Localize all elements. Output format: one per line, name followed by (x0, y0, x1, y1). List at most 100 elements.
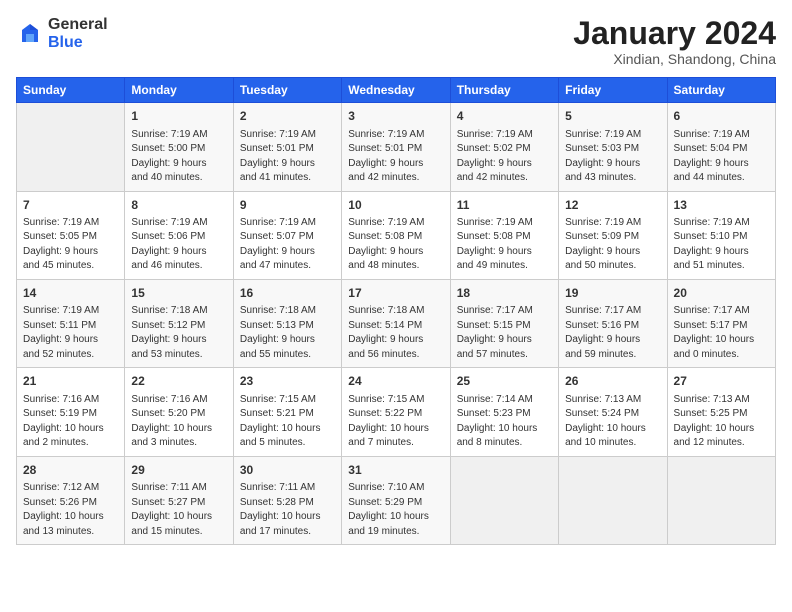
day-number: 30 (240, 462, 335, 479)
day-content: Sunrise: 7:19 AM Sunset: 5:07 PM Dayligh… (240, 216, 335, 274)
day-content: Sunrise: 7:17 AM Sunset: 5:16 PM Dayligh… (565, 304, 660, 362)
weekday-header-tuesday: Tuesday (233, 78, 341, 103)
calendar-cell: 18Sunrise: 7:17 AM Sunset: 5:15 PM Dayli… (450, 279, 558, 367)
day-content: Sunrise: 7:17 AM Sunset: 5:17 PM Dayligh… (674, 304, 769, 362)
day-number: 1 (131, 108, 226, 125)
calendar-cell (667, 456, 775, 544)
day-number: 26 (565, 373, 660, 390)
logo-blue: Blue (48, 34, 83, 51)
day-content: Sunrise: 7:16 AM Sunset: 5:20 PM Dayligh… (131, 393, 226, 451)
calendar-body: 1 Sunrise: 7:19 AM Sunset: 5:00 PM Daylig… (17, 103, 776, 545)
day-content: Sunrise: 7:15 AM Sunset: 5:22 PM Dayligh… (348, 393, 443, 451)
day-content: Sunrise: 7:19 AM Sunset: 5:06 PM Dayligh… (131, 216, 226, 274)
calendar-cell (17, 103, 125, 191)
calendar-cell: 24 Sunrise: 7:15 AM Sunset: 5:22 PM Dayli… (342, 368, 450, 456)
calendar-cell: 20Sunrise: 7:17 AM Sunset: 5:17 PM Dayli… (667, 279, 775, 367)
calendar-cell: 28 Sunrise: 7:12 AM Sunset: 5:26 PM Dayli… (17, 456, 125, 544)
day-number: 17 (348, 285, 443, 302)
page-header: General Blue January 2024 Xindian, Shand… (16, 16, 776, 67)
day-content: Sunrise: 7:17 AM Sunset: 5:15 PM Dayligh… (457, 304, 552, 362)
calendar-cell: 17 Sunrise: 7:18 AM Sunset: 5:14 PM Dayli… (342, 279, 450, 367)
day-content: Sunrise: 7:19 AM Sunset: 5:11 PM Dayligh… (23, 304, 118, 362)
weekday-row: SundayMondayTuesdayWednesdayThursdayFrid… (17, 78, 776, 103)
day-content: Sunrise: 7:18 AM Sunset: 5:13 PM Dayligh… (240, 304, 335, 362)
calendar-cell: 23Sunrise: 7:15 AM Sunset: 5:21 PM Dayli… (233, 368, 341, 456)
day-number: 8 (131, 197, 226, 214)
calendar-cell: 10Sunrise: 7:19 AM Sunset: 5:08 PM Dayli… (342, 191, 450, 279)
calendar-cell: 27Sunrise: 7:13 AM Sunset: 5:25 PM Dayli… (667, 368, 775, 456)
day-content: Sunrise: 7:19 AM Sunset: 5:01 PM Dayligh… (348, 128, 443, 186)
day-number: 27 (674, 373, 769, 390)
calendar-cell: 9Sunrise: 7:19 AM Sunset: 5:07 PM Daylig… (233, 191, 341, 279)
week-row: 28 Sunrise: 7:12 AM Sunset: 5:26 PM Dayli… (17, 456, 776, 544)
week-row: 14 Sunrise: 7:19 AM Sunset: 5:11 PM Dayli… (17, 279, 776, 367)
calendar-cell: 2Sunrise: 7:19 AM Sunset: 5:01 PM Daylig… (233, 103, 341, 191)
calendar-cell: 31 Sunrise: 7:10 AM Sunset: 5:29 PM Dayli… (342, 456, 450, 544)
day-number: 19 (565, 285, 660, 302)
day-number: 15 (131, 285, 226, 302)
calendar-cell: 4 Sunrise: 7:19 AM Sunset: 5:02 PM Daylig… (450, 103, 558, 191)
day-content: Sunrise: 7:11 AM Sunset: 5:27 PM Dayligh… (131, 481, 226, 539)
day-content: Sunrise: 7:19 AM Sunset: 5:04 PM Dayligh… (674, 128, 769, 186)
calendar-cell: 21Sunrise: 7:16 AM Sunset: 5:19 PM Dayli… (17, 368, 125, 456)
calendar-cell: 22 Sunrise: 7:16 AM Sunset: 5:20 PM Dayli… (125, 368, 233, 456)
day-number: 13 (674, 197, 769, 214)
week-row: 21Sunrise: 7:16 AM Sunset: 5:19 PM Dayli… (17, 368, 776, 456)
calendar-cell: 13Sunrise: 7:19 AM Sunset: 5:10 PM Dayli… (667, 191, 775, 279)
day-content: Sunrise: 7:19 AM Sunset: 5:08 PM Dayligh… (457, 216, 552, 274)
calendar-title: January 2024 (573, 16, 776, 51)
calendar-cell: 15 Sunrise: 7:18 AM Sunset: 5:12 PM Dayli… (125, 279, 233, 367)
day-content: Sunrise: 7:12 AM Sunset: 5:26 PM Dayligh… (23, 481, 118, 539)
day-number: 11 (457, 197, 552, 214)
calendar-cell: 8 Sunrise: 7:19 AM Sunset: 5:06 PM Daylig… (125, 191, 233, 279)
day-content: Sunrise: 7:18 AM Sunset: 5:12 PM Dayligh… (131, 304, 226, 362)
day-number: 5 (565, 108, 660, 125)
calendar-cell: 3 Sunrise: 7:19 AM Sunset: 5:01 PM Daylig… (342, 103, 450, 191)
day-number: 23 (240, 373, 335, 390)
weekday-header-saturday: Saturday (667, 78, 775, 103)
day-number: 7 (23, 197, 118, 214)
day-content: Sunrise: 7:19 AM Sunset: 5:00 PM Dayligh… (131, 128, 226, 186)
logo-text: General Blue (48, 16, 108, 53)
day-number: 4 (457, 108, 552, 125)
calendar-header: SundayMondayTuesdayWednesdayThursdayFrid… (17, 78, 776, 103)
calendar-cell: 16 Sunrise: 7:18 AM Sunset: 5:13 PM Dayli… (233, 279, 341, 367)
calendar-cell: 12Sunrise: 7:19 AM Sunset: 5:09 PM Dayli… (559, 191, 667, 279)
day-number: 3 (348, 108, 443, 125)
calendar-cell: 5 Sunrise: 7:19 AM Sunset: 5:03 PM Daylig… (559, 103, 667, 191)
day-number: 29 (131, 462, 226, 479)
day-number: 28 (23, 462, 118, 479)
calendar-cell: 25Sunrise: 7:14 AM Sunset: 5:23 PM Dayli… (450, 368, 558, 456)
calendar-cell: 14 Sunrise: 7:19 AM Sunset: 5:11 PM Dayli… (17, 279, 125, 367)
logo: General Blue (16, 16, 108, 53)
day-content: Sunrise: 7:10 AM Sunset: 5:29 PM Dayligh… (348, 481, 443, 539)
day-number: 6 (674, 108, 769, 125)
day-content: Sunrise: 7:16 AM Sunset: 5:19 PM Dayligh… (23, 393, 118, 451)
logo-icon (16, 20, 44, 48)
day-number: 24 (348, 373, 443, 390)
weekday-header-sunday: Sunday (17, 78, 125, 103)
day-content: Sunrise: 7:18 AM Sunset: 5:14 PM Dayligh… (348, 304, 443, 362)
calendar-cell: 6 Sunrise: 7:19 AM Sunset: 5:04 PM Daylig… (667, 103, 775, 191)
day-content: Sunrise: 7:19 AM Sunset: 5:03 PM Dayligh… (565, 128, 660, 186)
calendar-cell: 7Sunrise: 7:19 AM Sunset: 5:05 PM Daylig… (17, 191, 125, 279)
day-number: 25 (457, 373, 552, 390)
calendar-cell (559, 456, 667, 544)
calendar-cell: 11 Sunrise: 7:19 AM Sunset: 5:08 PM Dayli… (450, 191, 558, 279)
day-number: 14 (23, 285, 118, 302)
calendar-cell: 19 Sunrise: 7:17 AM Sunset: 5:16 PM Dayli… (559, 279, 667, 367)
day-content: Sunrise: 7:13 AM Sunset: 5:24 PM Dayligh… (565, 393, 660, 451)
day-content: Sunrise: 7:19 AM Sunset: 5:02 PM Dayligh… (457, 128, 552, 186)
calendar-cell: 1 Sunrise: 7:19 AM Sunset: 5:00 PM Daylig… (125, 103, 233, 191)
day-number: 16 (240, 285, 335, 302)
day-number: 31 (348, 462, 443, 479)
calendar-table: SundayMondayTuesdayWednesdayThursdayFrid… (16, 77, 776, 545)
day-number: 22 (131, 373, 226, 390)
weekday-header-wednesday: Wednesday (342, 78, 450, 103)
week-row: 7Sunrise: 7:19 AM Sunset: 5:05 PM Daylig… (17, 191, 776, 279)
day-content: Sunrise: 7:19 AM Sunset: 5:08 PM Dayligh… (348, 216, 443, 274)
weekday-header-monday: Monday (125, 78, 233, 103)
calendar-cell: 29 Sunrise: 7:11 AM Sunset: 5:27 PM Dayli… (125, 456, 233, 544)
calendar-cell: 30Sunrise: 7:11 AM Sunset: 5:28 PM Dayli… (233, 456, 341, 544)
day-content: Sunrise: 7:19 AM Sunset: 5:01 PM Dayligh… (240, 128, 335, 186)
